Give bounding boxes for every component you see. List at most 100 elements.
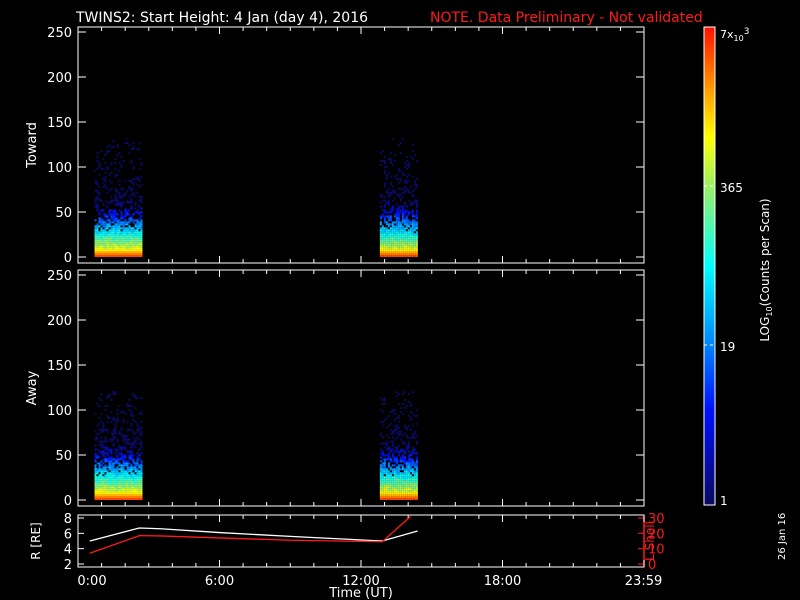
spectrogram-cell	[391, 472, 394, 475]
spectrogram-cell	[397, 444, 400, 447]
spectrogram-cell	[399, 450, 402, 453]
spectrogram-cell	[112, 496, 115, 499]
spectrogram-cell	[106, 490, 109, 493]
spectrogram-cell	[102, 249, 105, 252]
spectrogram-cell	[383, 241, 386, 244]
spectrogram-cell	[403, 470, 406, 473]
spectrogram-cell	[102, 496, 105, 499]
spectrogram-cell	[407, 245, 410, 248]
spectrogram-cell	[399, 205, 402, 208]
spectrogram-cell	[393, 498, 396, 500]
spectrogram-cell	[118, 223, 121, 226]
spectrogram-cell	[102, 185, 105, 188]
spectrogram-cell	[120, 253, 123, 256]
spectrogram-cell	[108, 209, 111, 212]
spectrogram-cell	[124, 142, 127, 145]
spectrogram-cell	[381, 492, 384, 495]
spectrogram-cell	[96, 156, 99, 158]
spectrogram-cell	[94, 251, 97, 254]
spectrogram-cell	[138, 488, 141, 491]
spectrogram-cell	[397, 239, 400, 242]
spectrogram-cell	[413, 482, 416, 485]
spectrogram-cell	[100, 460, 103, 463]
panel-frame	[77, 26, 645, 264]
spectrogram-cell	[385, 247, 388, 250]
spectrogram-cell	[102, 255, 105, 257]
spectrogram-cell	[122, 201, 125, 204]
spectrogram-cell	[134, 490, 137, 493]
spectrogram-cell	[122, 434, 125, 437]
spectrogram-cell	[401, 227, 404, 230]
spectrogram-cell	[379, 233, 382, 236]
spectrogram-cell	[397, 492, 400, 495]
spectrogram-cell	[124, 221, 127, 224]
spectrogram-cell	[407, 476, 410, 479]
spectrogram-cell	[393, 233, 396, 236]
spectrogram-cell	[134, 395, 137, 398]
spectrogram-cell	[102, 239, 105, 242]
spectrogram-cell	[403, 494, 406, 497]
spectrogram-cell	[413, 253, 416, 256]
spectrogram-cell	[100, 235, 103, 238]
spectrogram-cell	[395, 391, 398, 394]
spectrogram-cell	[397, 488, 400, 491]
spectrogram-cell	[126, 243, 129, 246]
spectrogram-cell	[413, 436, 416, 439]
spectrogram-cell	[106, 440, 109, 443]
spectrogram-cell	[130, 243, 133, 246]
spectrogram-cell	[387, 201, 390, 204]
spectrogram-cell	[116, 255, 119, 257]
spectrogram-cell	[387, 436, 390, 439]
spectrogram-cell	[110, 171, 113, 174]
spectrogram-cell	[401, 450, 404, 453]
spectrogram-cell	[405, 205, 408, 208]
spectrogram-cell	[140, 464, 143, 467]
spectrogram-cell	[112, 494, 115, 497]
spectrogram-cell	[405, 466, 408, 469]
spectrogram-cell	[124, 438, 127, 441]
spectrogram-cell	[387, 488, 390, 491]
spectrogram-cell	[387, 414, 390, 417]
spectrogram-cell	[114, 249, 117, 252]
spectrogram-cell	[387, 251, 390, 254]
spectrogram-cell	[106, 253, 109, 256]
spectrogram-cell	[130, 219, 133, 222]
spectrogram-cell	[122, 498, 125, 500]
spectrogram-cell	[138, 211, 141, 214]
spectrogram-cell	[405, 209, 408, 212]
spectrogram-cell	[379, 472, 382, 475]
spectrogram-cell	[403, 468, 406, 471]
spectrogram-cell	[112, 476, 115, 479]
spectrogram-cell	[415, 203, 418, 206]
spectrogram-cell	[136, 460, 139, 463]
spectrogram-cell	[381, 159, 384, 162]
spectrogram-cell	[128, 185, 131, 188]
spectrogram-cell	[94, 179, 97, 182]
spectrogram-cell	[134, 235, 137, 238]
spectrogram-cell	[96, 205, 99, 208]
spectrogram-cell	[409, 229, 412, 232]
spectrogram-cell	[124, 488, 127, 491]
spectrogram-cell	[379, 239, 382, 242]
spectrogram-cell	[116, 201, 119, 204]
spectrogram-cell	[401, 448, 404, 451]
spectrogram-cell	[411, 211, 414, 214]
spectrogram-cell	[411, 412, 414, 415]
spectrogram-cell	[405, 470, 408, 473]
spectrogram-cell	[118, 183, 121, 186]
spectrogram-cell	[120, 213, 123, 216]
spectrogram-cell	[124, 227, 127, 230]
spectrogram-cell	[96, 237, 99, 240]
spectrogram-cell	[138, 217, 141, 220]
spectrogram-cell	[102, 480, 105, 483]
spectrogram-cell	[128, 454, 131, 457]
spectrogram-cell	[130, 235, 133, 238]
spectrogram-cell	[411, 470, 414, 473]
spectrogram-cell	[395, 395, 398, 398]
spectrogram-cell	[134, 488, 137, 491]
spectrogram-cell	[110, 476, 113, 479]
spectrogram-cell	[98, 466, 101, 469]
spectrogram-cell	[94, 237, 97, 240]
spectrogram-cell	[132, 229, 135, 232]
spectrogram-cell	[96, 482, 99, 485]
